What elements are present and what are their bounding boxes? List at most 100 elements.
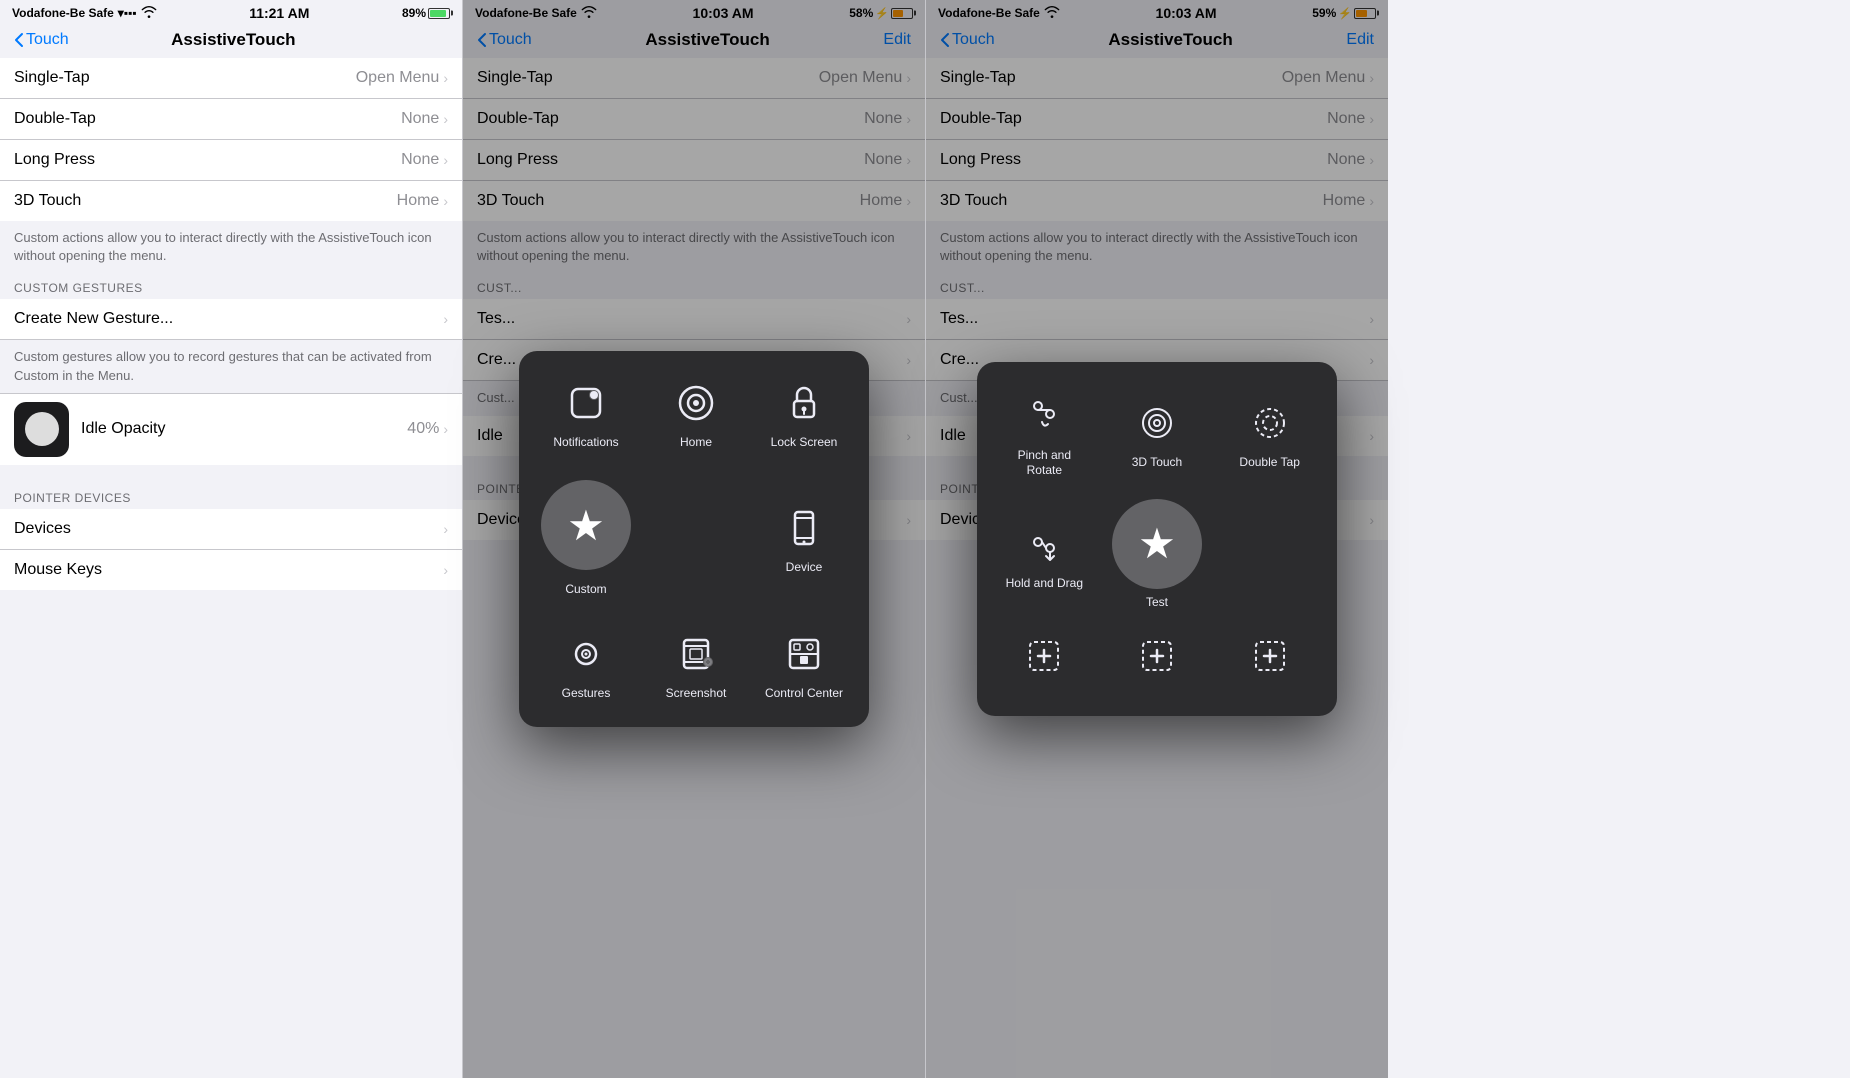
popup-gestures[interactable]: Gestures <box>535 618 637 712</box>
popup-add-3[interactable] <box>1218 620 1321 698</box>
popup-empty-col <box>647 470 745 608</box>
popup-double-tap[interactable]: Double Tap <box>1218 380 1321 489</box>
popup-menu-2: Notifications Home <box>519 351 869 728</box>
device-icon-wrap <box>778 502 830 554</box>
add3-icon-wrap <box>1244 630 1296 682</box>
chevron-icon-1a: › <box>443 70 448 86</box>
battery-icon-1 <box>428 8 450 19</box>
gesture-desc-1: Custom gestures allow you to record gest… <box>0 340 462 392</box>
device-label: Device <box>786 560 823 576</box>
carrier-1: Vodafone-Be Safe <box>12 6 114 20</box>
popup-menu-3: Pinch and Rotate 3D Touch <box>977 362 1337 717</box>
test-circle: ★ <box>1112 499 1202 589</box>
device-icon <box>782 506 826 550</box>
single-tap-label-1: Single-Tap <box>14 69 90 87</box>
battery-1: 89% <box>402 6 450 20</box>
chevron-create-1: › <box>443 311 448 327</box>
lock-icon <box>782 381 826 425</box>
control-center-icon-wrap <box>778 628 830 680</box>
description-1: Custom actions allow you to interact dir… <box>0 221 462 273</box>
gestures-label: Gestures <box>562 686 611 702</box>
popup-home[interactable]: Home <box>647 367 745 461</box>
home-label: Home <box>680 435 712 451</box>
popup-control-center[interactable]: Control Center <box>755 618 853 712</box>
holddrag-icon-wrap <box>1018 518 1070 570</box>
devices-row-1[interactable]: Devices › <box>0 509 462 550</box>
mousekeys-row-1[interactable]: Mouse Keys › <box>0 550 462 590</box>
opacity-value-1: 40% › <box>407 420 448 438</box>
popup-device[interactable]: Device <box>755 470 853 608</box>
home-icon <box>674 381 718 425</box>
wifi-icon-1: ▾▪▪▪ <box>118 6 137 20</box>
phone-panel-2: Vodafone-Be Safe 10:03 AM 58% ⚡ Touch As… <box>463 0 926 1078</box>
single-tap-value-1: Open Menu › <box>356 69 448 87</box>
separator-1 <box>0 465 462 483</box>
screenshot-label: Screenshot <box>666 686 727 702</box>
create-gesture-row-1[interactable]: Create New Gesture... › <box>0 299 462 340</box>
3dtouch-row-1[interactable]: 3D Touch Home › <box>0 181 462 221</box>
nav-title-1: AssistiveTouch <box>171 30 295 50</box>
popup-overlay-2[interactable]: Notifications Home <box>463 0 925 1078</box>
notifications-label: Notifications <box>553 435 618 451</box>
screenshot-icon <box>674 632 718 676</box>
assistive-button-1 <box>14 402 69 457</box>
doubletap-icon-wrap <box>1244 397 1296 449</box>
hold-drag-label: Hold and Drag <box>1006 576 1083 592</box>
add3-icon <box>1248 634 1292 678</box>
popup-test-center[interactable]: ★ Test <box>1106 499 1209 611</box>
long-press-label-1: Long Press <box>14 151 95 169</box>
popup-lock-screen[interactable]: Lock Screen <box>755 367 853 461</box>
add1-icon <box>1022 634 1066 678</box>
back-button-1[interactable]: Touch <box>14 31 69 49</box>
test-label: Test <box>1146 595 1168 611</box>
popup-add-1[interactable] <box>993 620 1096 698</box>
long-press-row-1[interactable]: Long Press None › <box>0 140 462 181</box>
single-tap-row-1[interactable]: Single-Tap Open Menu › <box>0 58 462 99</box>
chevron-icon-1b: › <box>443 111 448 127</box>
3dtouch-icon <box>1135 401 1179 445</box>
custom-gestures-label-1: CUSTOM GESTURES <box>0 273 462 299</box>
status-left-1: Vodafone-Be Safe ▾▪▪▪ <box>12 6 157 21</box>
wifi-symbol-1 <box>141 6 157 21</box>
popup-screenshot[interactable]: Screenshot <box>647 618 745 712</box>
pointer-label-1: POINTER DEVICES <box>0 483 462 509</box>
double-tap-value-1: None › <box>401 110 448 128</box>
time-1: 11:21 AM <box>249 5 309 21</box>
add2-icon <box>1135 634 1179 678</box>
3dtouch-popup-label: 3D Touch <box>1132 455 1182 471</box>
double-tap-row-1[interactable]: Double-Tap None › <box>0 99 462 140</box>
battery-fill-1 <box>430 10 446 17</box>
fill-area <box>1388 0 1850 1078</box>
doubletap-icon <box>1248 401 1292 445</box>
home-icon-wrap <box>670 377 722 429</box>
chevron-icon-1d: › <box>443 193 448 209</box>
popup-pinch-rotate[interactable]: Pinch and Rotate <box>993 380 1096 489</box>
settings-section-1: Single-Tap Open Menu › Double-Tap None ›… <box>0 58 462 221</box>
pinch-icon-wrap <box>1018 390 1070 442</box>
create-gesture-section-1: Create New Gesture... › <box>0 299 462 340</box>
opacity-row-1[interactable]: Idle Opacity 40% › <box>0 393 462 465</box>
holddrag-icon <box>1022 522 1066 566</box>
devices-label-1: Devices <box>14 520 71 538</box>
3dtouch-label-1: 3D Touch <box>14 192 81 210</box>
idle-opacity-label-1: Idle Opacity <box>81 420 165 438</box>
popup-empty-3 <box>1218 499 1321 611</box>
popup-overlay-3[interactable]: Pinch and Rotate 3D Touch <box>926 0 1388 1078</box>
notifications-icon <box>564 381 608 425</box>
pointer-section-1: Devices › Mouse Keys › <box>0 509 462 590</box>
control-center-label: Control Center <box>765 686 843 702</box>
chevron-mousekeys-1: › <box>443 562 448 578</box>
popup-notifications[interactable]: Notifications <box>535 367 637 461</box>
notifications-icon-wrap <box>560 377 612 429</box>
popup-3dtouch[interactable]: 3D Touch <box>1106 380 1209 489</box>
opacity-content-1: Idle Opacity 40% › <box>81 420 448 438</box>
custom-label: Custom <box>565 582 606 598</box>
popup-custom[interactable]: ★ Custom <box>535 470 637 608</box>
3dtouch-value-1: Home › <box>397 192 448 210</box>
popup-add-2[interactable] <box>1106 620 1209 698</box>
double-tap-label-1: Double-Tap <box>14 110 96 128</box>
assistive-inner-1 <box>25 412 59 446</box>
control-center-icon <box>782 632 826 676</box>
mousekeys-label-1: Mouse Keys <box>14 561 102 579</box>
popup-hold-drag[interactable]: Hold and Drag <box>993 499 1096 611</box>
